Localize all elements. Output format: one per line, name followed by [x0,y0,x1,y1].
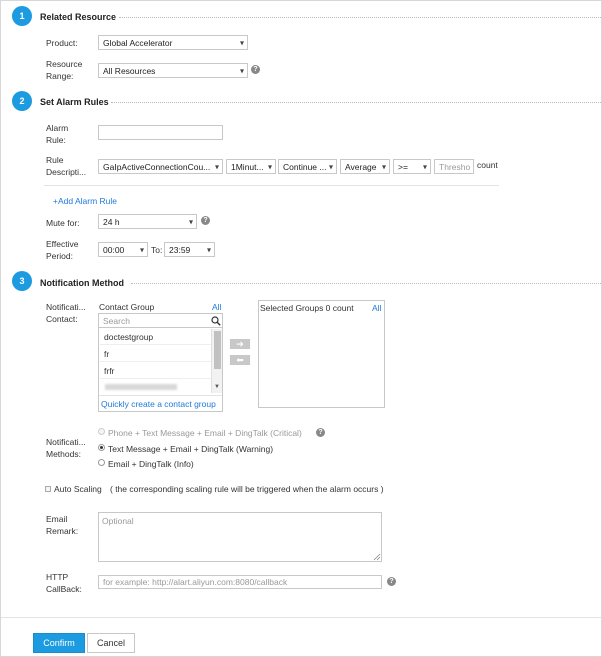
contact-search-input[interactable]: Search [99,314,222,328]
to-label: To: [151,245,163,255]
step-3-badge: 3 [12,271,32,291]
end-time-value: 23:59 [169,244,191,255]
step-2-badge: 2 [12,91,32,111]
continue-select[interactable]: Continue ... [278,159,337,174]
contact-group-panel: Search doctestgroup fr frfr ▼ Quickly cr… [98,313,223,412]
search-icon[interactable] [211,316,221,326]
move-right-icon[interactable]: ➔ [230,339,250,349]
add-alarm-rule-link[interactable]: +Add Alarm Rule [53,195,117,207]
method-warning-label: Text Message + Email + DingTalk (Warning… [108,444,274,454]
contact-group-header: Contact Group [99,302,155,312]
resource-range-select[interactable]: All Resources [98,63,248,78]
http-callback-placeholder: for example: http://alart.aliyun.com:808… [103,577,288,587]
question-icon[interactable]: ? [316,428,325,437]
start-time-value: 00:00 [103,244,125,255]
alarm-rule-input[interactable] [98,125,223,140]
method-info-radio[interactable] [98,459,105,466]
question-icon[interactable]: ? [201,216,210,225]
contact-group-all-link[interactable]: All [212,301,221,313]
section-divider [131,283,601,284]
section-divider [111,102,601,103]
alarm-rule-label: Alarm Rule: [46,123,69,145]
resize-handle-icon[interactable] [373,553,381,561]
email-remark-textarea[interactable]: Optional [98,512,382,562]
contact-group-item[interactable]: frfr [100,363,211,379]
threshold-placeholder: Thresho [439,161,471,172]
scroll-down-icon[interactable]: ▼ [214,384,220,390]
email-remark-label: Email Remark: [46,514,79,536]
statistic-select[interactable]: Average [340,159,390,174]
set-alarm-rules-title: Set Alarm Rules [40,97,109,107]
scrollbar-thumb[interactable] [214,331,221,369]
cancel-button[interactable]: Cancel [87,633,135,653]
threshold-input[interactable]: Thresho [434,159,474,174]
quick-create-group-link[interactable]: Quickly create a contact group [101,399,216,409]
contact-search-placeholder: Search [103,316,130,326]
threshold-unit: count [477,160,498,170]
rule-divider [44,185,499,186]
notification-methods-label: Notificati... Methods: [46,437,86,459]
auto-scaling-label: Auto Scaling [54,484,102,494]
list-scrollbar[interactable]: ▼ [211,329,222,393]
effective-period-label: Effective Period: [46,239,79,261]
mute-for-label: Mute for: [46,218,80,228]
related-resource-title: Related Resource [40,12,117,22]
contact-group-item[interactable]: fr [100,346,211,362]
selected-groups-all-link[interactable]: All [372,302,381,314]
selected-groups-header: Selected Groups 0 count [260,303,354,313]
operator-value: >= [398,161,408,172]
question-icon[interactable]: ? [387,577,396,586]
confirm-button[interactable]: Confirm [33,633,85,653]
section-divider [119,17,601,18]
period-select[interactable]: 1Minut... [226,159,276,174]
footer-divider [1,617,601,618]
notification-contact-label: Notificati... Contact: [46,302,86,324]
http-callback-input[interactable]: for example: http://alart.aliyun.com:808… [98,575,382,589]
product-label: Product: [46,38,78,48]
product-select[interactable]: Global Accelerator [98,35,248,50]
auto-scaling-description: ( the corresponding scaling rule will be… [110,484,384,494]
blurred-list-item[interactable] [105,384,177,390]
method-critical-radio[interactable] [98,428,105,435]
metric-select[interactable]: GaIpActiveConnectionCou... [98,159,223,174]
move-left-icon[interactable]: ⬅ [230,355,250,365]
end-time-select[interactable]: 23:59 [164,242,215,257]
contact-group-item[interactable]: doctestgroup [100,329,211,345]
email-remark-placeholder: Optional [102,516,134,526]
method-warning-radio[interactable] [98,444,105,451]
method-info-label: Email + DingTalk (Info) [108,459,194,469]
resource-range-label: Resource Range: [46,59,83,81]
rule-description-label: Rule Descripti... [46,155,87,177]
mute-for-select[interactable]: 24 h [98,214,197,229]
question-icon[interactable]: ? [251,65,260,74]
start-time-select[interactable]: 00:00 [98,242,148,257]
statistic-value: Average [345,161,377,172]
operator-select[interactable]: >= [393,159,431,174]
http-callback-label: HTTP CallBack: [46,572,82,594]
selected-groups-panel: Selected Groups 0 count All [258,300,385,408]
notification-method-title: Notification Method [40,278,124,288]
step-1-badge: 1 [12,6,32,26]
method-critical-label: Phone + Text Message + Email + DingTalk … [108,428,302,438]
list-footer-divider [99,395,222,396]
resource-range-value: All Resources [103,65,156,76]
continue-value: Continue ... [283,161,327,172]
alarm-rule-form: 1 Related Resource Product: Global Accel… [0,0,602,657]
period-value: 1Minut... [231,161,264,172]
metric-value: GaIpActiveConnectionCou... [103,161,211,172]
auto-scaling-checkbox[interactable] [45,486,51,492]
product-value: Global Accelerator [103,37,173,48]
mute-for-value: 24 h [103,216,120,227]
